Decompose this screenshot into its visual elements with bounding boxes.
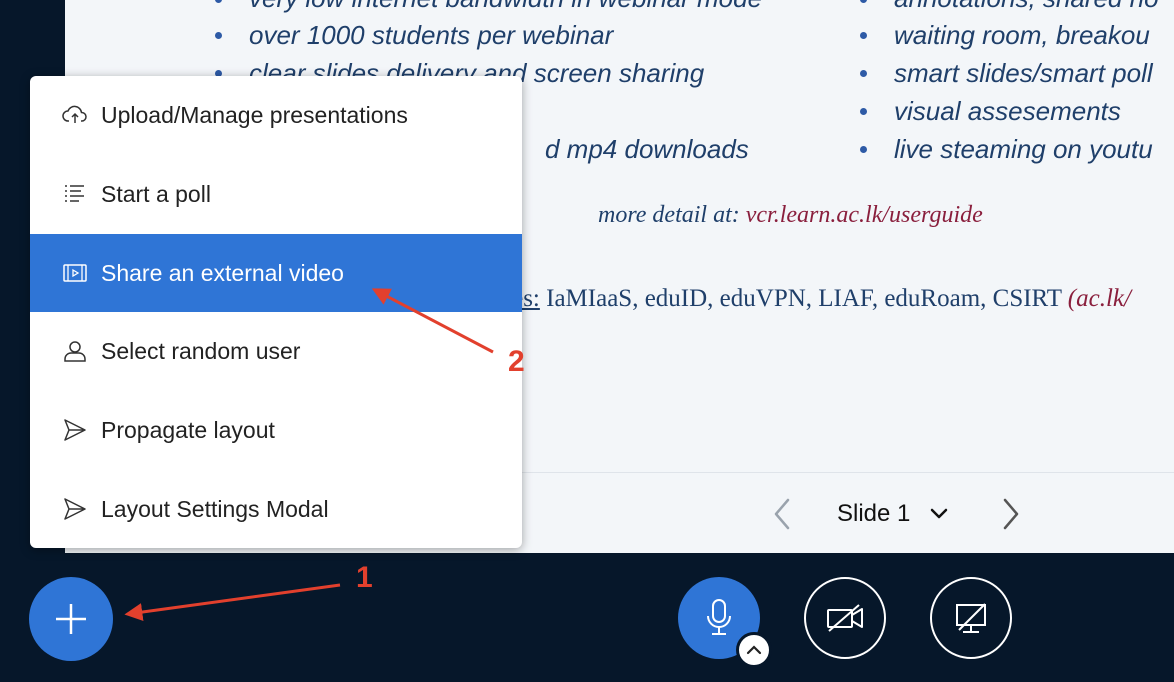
menu-item-upload-presentations[interactable]: Upload/Manage presentations xyxy=(30,76,522,154)
menu-item-layout-settings-modal[interactable]: Layout Settings Modal xyxy=(30,470,522,548)
bullet-dot xyxy=(860,70,867,77)
upload-cloud-icon xyxy=(62,102,88,128)
bullet-dot xyxy=(860,146,867,153)
send-icon xyxy=(62,417,88,443)
userguide-link[interactable]: vcr.learn.ac.lk/userguide xyxy=(746,202,983,228)
services-link[interactable]: (ac.lk/ xyxy=(1068,285,1131,312)
bullet-text: visual assesements xyxy=(894,96,1121,126)
menu-item-label: Share an external video xyxy=(101,259,344,286)
menu-item-label: Start a poll xyxy=(101,180,211,207)
bullet-text: live steaming on youtu xyxy=(894,134,1153,164)
actions-menu: Upload/Manage presentations Start a poll xyxy=(30,76,522,548)
bullet-text: annotations, shared no xyxy=(894,0,1159,13)
detail-line: more detail at: vcr.learn.ac.lk/userguid… xyxy=(598,202,983,229)
bullet-text: waiting room, breakou xyxy=(894,20,1150,50)
chevron-right-icon xyxy=(1003,498,1019,530)
slide-selector[interactable]: Slide 1 xyxy=(837,499,948,529)
poll-list-icon xyxy=(62,181,88,207)
plus-icon xyxy=(56,604,86,634)
next-slide-button[interactable] xyxy=(998,497,1022,531)
annotation-number-1: 1 xyxy=(356,561,373,594)
bullet-text: d mp4 downloads xyxy=(545,134,749,164)
send-icon xyxy=(62,496,88,522)
bullet-dot xyxy=(215,0,222,3)
video-toggle-button[interactable] xyxy=(804,577,886,659)
detail-prefix: more detail at: xyxy=(598,202,740,228)
menu-item-label: Select random user xyxy=(101,337,301,364)
menu-item-start-poll[interactable]: Start a poll xyxy=(30,155,522,233)
chevron-up-icon xyxy=(746,645,762,655)
actions-plus-button[interactable] xyxy=(29,577,113,661)
microphone-icon xyxy=(707,599,731,635)
external-video-icon xyxy=(62,260,88,286)
menu-item-select-random-user[interactable]: Select random user xyxy=(30,312,522,390)
audio-settings-toggle[interactable] xyxy=(736,632,772,668)
bullet-text: over 1000 students per webinar xyxy=(249,20,614,50)
menu-item-share-external-video[interactable]: Share an external video xyxy=(30,234,522,312)
chevron-left-icon xyxy=(774,498,790,530)
menu-item-label: Propagate layout xyxy=(101,416,275,443)
services-line: ces: IaMIaaS, eduID, eduVPN, LIAF, eduRo… xyxy=(501,285,1131,313)
video-off-icon xyxy=(827,604,863,632)
menu-item-label: Layout Settings Modal xyxy=(101,495,329,522)
screenshare-button[interactable] xyxy=(930,577,1012,659)
annotation-arrow-1 xyxy=(124,583,341,621)
bullet-dot xyxy=(860,32,867,39)
bullet-dot xyxy=(860,0,867,3)
user-icon xyxy=(62,338,88,364)
annotation-number-2: 2 xyxy=(508,345,525,378)
menu-item-label: Upload/Manage presentations xyxy=(101,101,408,128)
bullet-text: smart slides/smart poll xyxy=(894,58,1153,88)
bullet-text: very low internet bandwidth in webinar m… xyxy=(249,0,762,13)
bullet-dot xyxy=(860,108,867,115)
screenshare-off-icon xyxy=(956,603,986,633)
previous-slide-button[interactable] xyxy=(771,497,795,531)
bullet-dot xyxy=(215,32,222,39)
services-text: IaMIaaS, eduID, eduVPN, LIAF, eduRoam, C… xyxy=(539,285,1068,312)
chevron-down-icon xyxy=(931,508,948,519)
slide-selector-label: Slide 1 xyxy=(837,500,911,527)
menu-item-propagate-layout[interactable]: Propagate layout xyxy=(30,391,522,469)
